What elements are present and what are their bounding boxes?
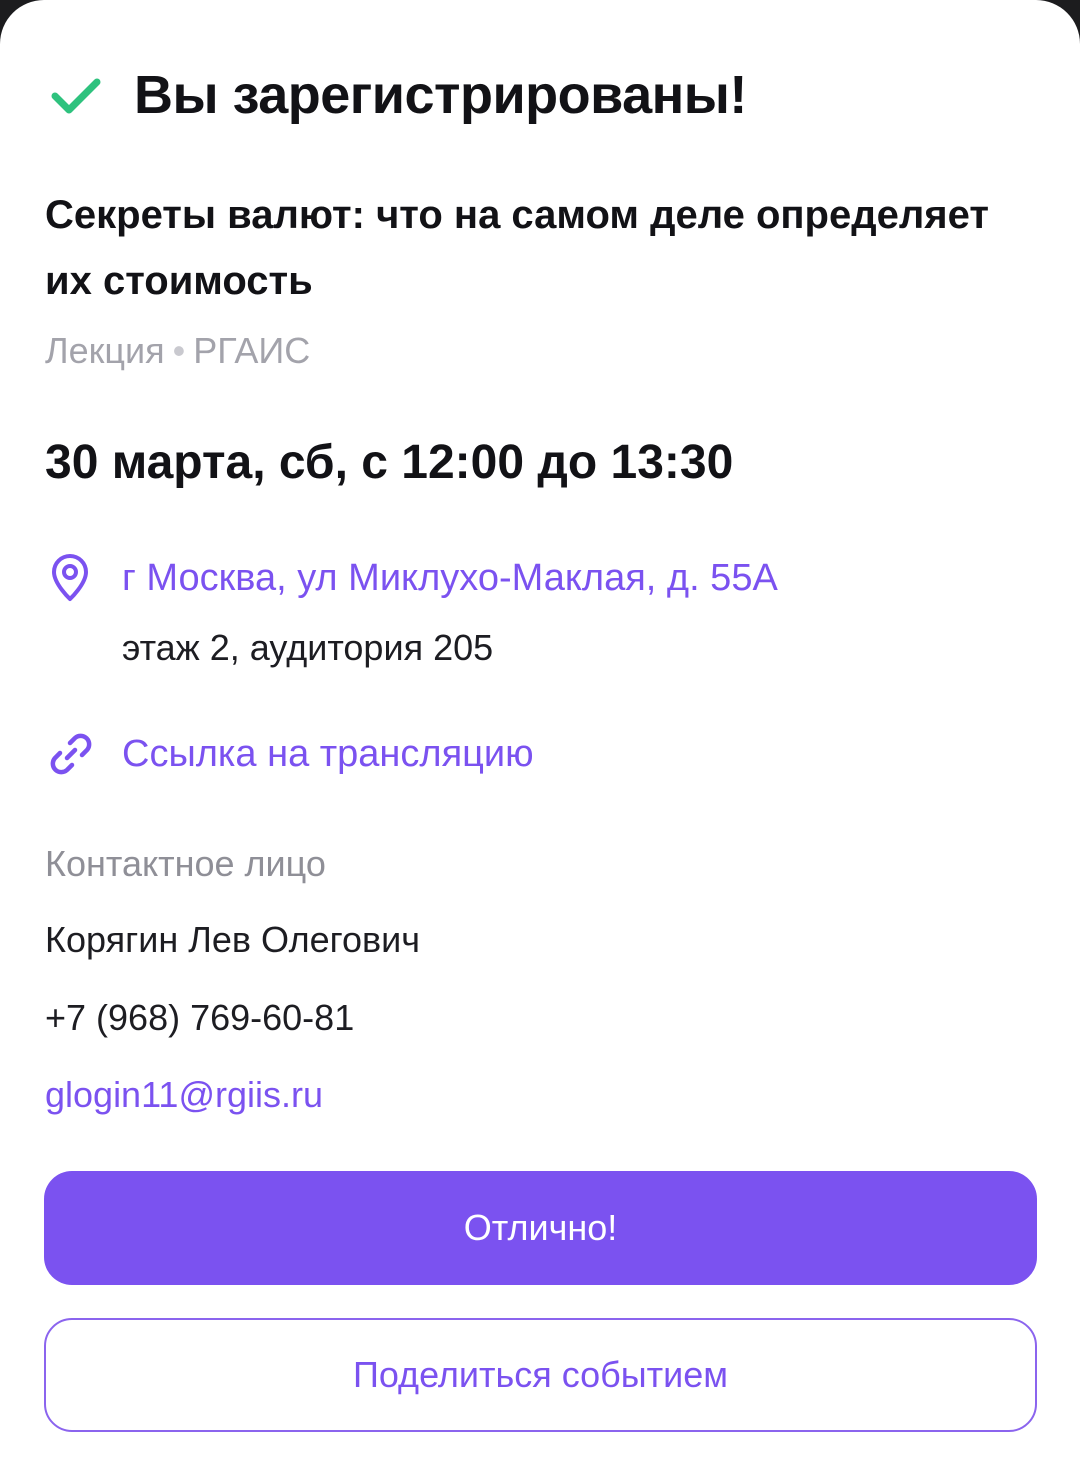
event-meta: Лекция • РГАИС bbox=[45, 328, 310, 374]
stream-link-row[interactable]: Ссылка на трансляцию bbox=[46, 724, 534, 784]
event-datetime: 30 марта, сб, с 12:00 до 13:30 bbox=[45, 436, 734, 489]
registration-dialog: Вы зарегистрированы! Секреты валют: что … bbox=[0, 0, 1080, 1483]
contact-label: Контактное лицо bbox=[45, 843, 326, 884]
event-title: Секреты валют: что на самом деле определ… bbox=[45, 193, 989, 303]
event-organizer: РГАИС bbox=[193, 330, 311, 371]
dialog-title: Вы зарегистрированы! bbox=[134, 65, 747, 125]
share-event-button[interactable]: Поделиться событием bbox=[44, 1318, 1037, 1432]
contact-name: Корягин Лев Олегович bbox=[45, 919, 420, 960]
meta-separator: • bbox=[172, 330, 186, 371]
contact-email[interactable]: glogin11@rgiis.ru bbox=[45, 1071, 323, 1119]
event-address-details: этаж 2, аудитория 205 bbox=[122, 627, 494, 668]
event-address[interactable]: г Москва, ул Миклухо-Маклая, д. 55А bbox=[122, 550, 778, 606]
map-pin-icon bbox=[52, 554, 88, 601]
event-location[interactable]: г Москва, ул Миклухо-Маклая, д. 55А bbox=[48, 550, 778, 606]
event-type: Лекция bbox=[45, 330, 165, 371]
checkmark-icon bbox=[51, 78, 101, 114]
ok-button[interactable]: Отлично! bbox=[44, 1171, 1037, 1285]
dialog-header: Вы зарегистрированы! bbox=[50, 60, 747, 130]
link-icon bbox=[50, 733, 92, 775]
stream-link[interactable]: Ссылка на трансляцию bbox=[122, 724, 534, 784]
contact-phone[interactable]: +7 (968) 769-60-81 bbox=[45, 994, 354, 1042]
